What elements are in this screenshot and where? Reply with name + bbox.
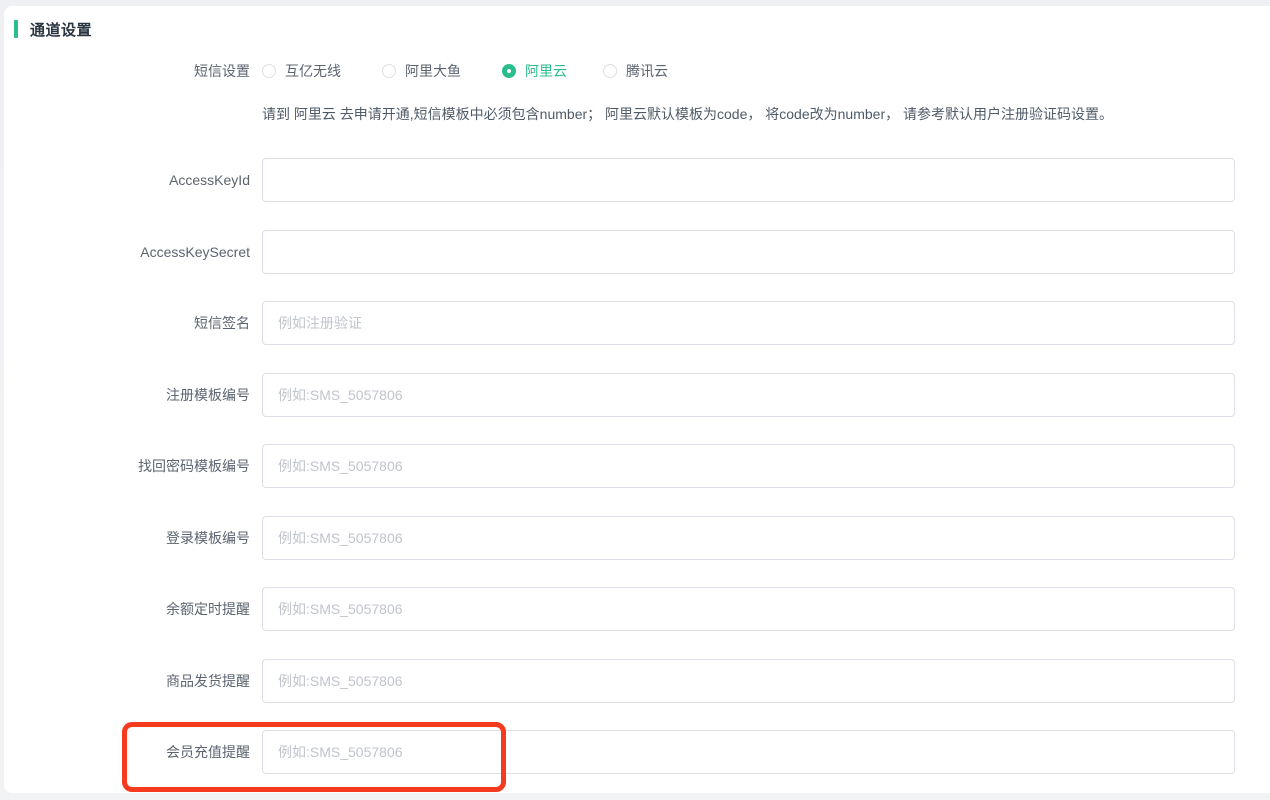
sms-provider-label: 短信设置: [4, 49, 250, 93]
radio-huyi-wuxian[interactable]: 互亿无线: [262, 61, 341, 81]
field-row-accesskeysecret: AccessKeySecret: [4, 230, 1270, 274]
sms-provider-row: 短信设置 互亿无线 阿里大鱼 阿里云 腾讯云: [4, 49, 1270, 93]
accesskeysecret-input[interactable]: [262, 230, 1235, 274]
field-row-shipping-reminder: 商品发货提醒: [4, 659, 1270, 703]
radio-selected-icon[interactable]: [502, 64, 516, 78]
sms-signature-input[interactable]: [262, 301, 1235, 345]
radio-tencent-cloud[interactable]: 腾讯云: [603, 61, 668, 81]
password-recovery-template-input[interactable]: [262, 444, 1235, 488]
sms-provider-radio-group: 互亿无线 阿里大鱼 阿里云 腾讯云: [262, 49, 668, 93]
field-row-password-recovery-template: 找回密码模板编号: [4, 444, 1270, 488]
section-header: 通道设置: [14, 19, 92, 39]
register-template-input[interactable]: [262, 373, 1235, 417]
field-row-sms-signature: 短信签名: [4, 301, 1270, 345]
radio-circle-icon[interactable]: [262, 64, 276, 78]
radio-aliyun[interactable]: 阿里云: [502, 61, 567, 81]
section-accent-bar: [14, 20, 18, 38]
field-row-accesskeyid: AccessKeyId: [4, 158, 1270, 202]
provider-help-text: 请到 阿里云 去申请开通,短信模板中必须包含number； 阿里云默认模板为co…: [262, 103, 1252, 125]
login-template-input[interactable]: [262, 516, 1235, 560]
field-row-member-recharge-reminder: 会员充值提醒: [4, 730, 1270, 774]
field-row-balance-reminder: 余额定时提醒: [4, 587, 1270, 631]
radio-circle-icon[interactable]: [603, 64, 617, 78]
field-row-register-template: 注册模板编号: [4, 373, 1270, 417]
field-row-login-template: 登录模板编号: [4, 516, 1270, 560]
accesskeyid-input[interactable]: [262, 158, 1235, 202]
page-title: 通道设置: [30, 19, 92, 40]
member-recharge-reminder-input[interactable]: [262, 730, 1235, 774]
settings-card: 通道设置 短信设置 互亿无线 阿里大鱼 阿里云 腾讯云 请到 阿里云 去申请开通…: [4, 6, 1270, 793]
radio-circle-icon[interactable]: [382, 64, 396, 78]
radio-ali-dayu[interactable]: 阿里大鱼: [382, 61, 461, 81]
balance-reminder-input[interactable]: [262, 587, 1235, 631]
shipping-reminder-input[interactable]: [262, 659, 1235, 703]
